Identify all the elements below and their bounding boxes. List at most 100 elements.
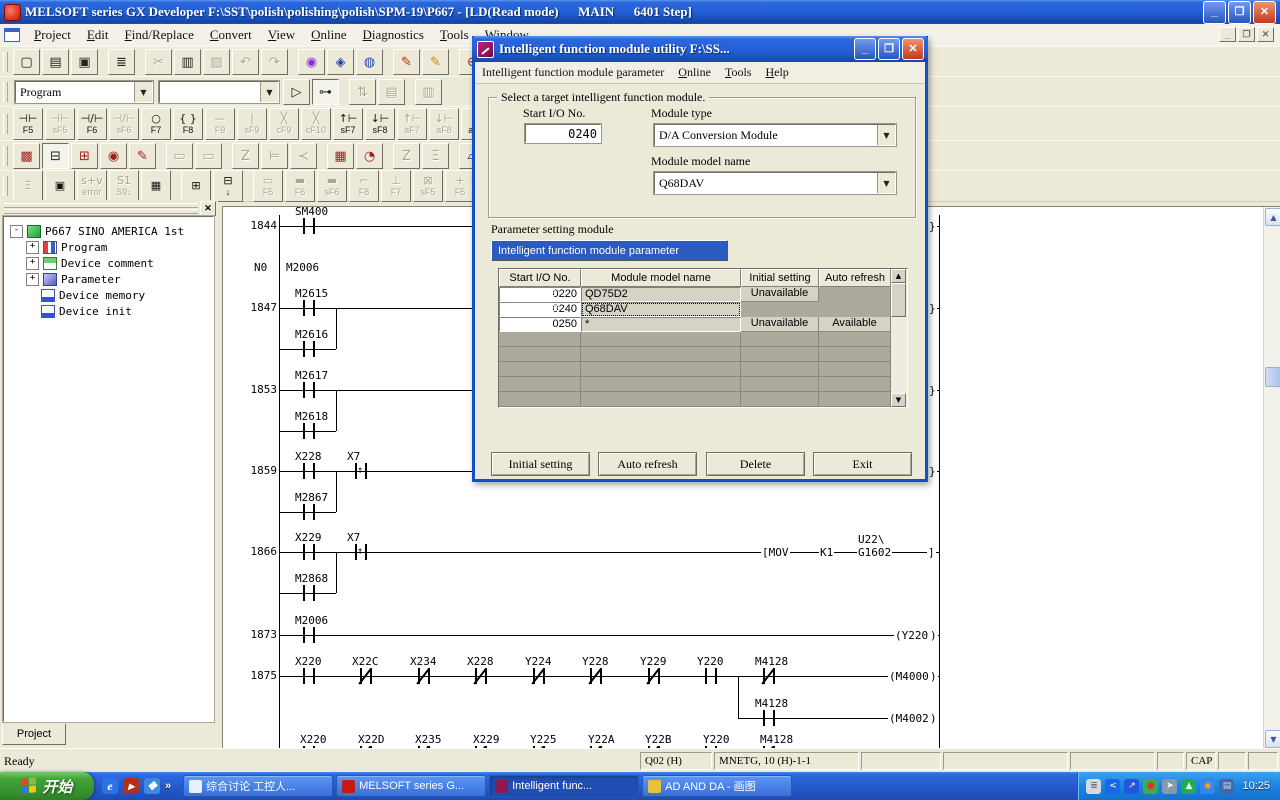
table-row[interactable]: 0220QD75D2UnavailableAvailable	[499, 287, 907, 302]
write-mode-button[interactable]: ✎	[393, 49, 420, 75]
quick-launch-overflow[interactable]: »	[165, 780, 171, 792]
dialog-minimize-button[interactable]: _	[854, 38, 876, 60]
scroll-down-icon[interactable]: ▼	[1265, 730, 1280, 748]
new-project-button[interactable]: ▢	[13, 49, 40, 75]
menu-convert[interactable]: Convert	[202, 25, 260, 45]
vertical-scrollbar[interactable]: ▲ ▼	[1263, 207, 1280, 749]
device-edit-button[interactable]: ✎	[129, 143, 156, 169]
chevron-down-icon[interactable]: ▼	[877, 125, 895, 145]
tab-intelligent-function-module-parameter[interactable]: Intelligent function module parameter	[491, 240, 728, 261]
macro-button[interactable]: ▷	[283, 79, 310, 105]
tree-item-program[interactable]: +Program	[4, 239, 213, 255]
mdi-close-button[interactable]: ✕	[1257, 27, 1274, 42]
network-arrow-icon[interactable]: ↗	[1124, 779, 1139, 794]
table-row[interactable]: 0250*UnavailableAvailable	[499, 317, 907, 332]
tree-item-p667-sino-america-1st[interactable]: -P667 SINO AMERICA 1st	[4, 223, 213, 239]
table-scrollbar[interactable]: ▲ ▼	[890, 269, 907, 407]
collapse-icon[interactable]: -	[10, 225, 23, 238]
table-row[interactable]: 0240Q68DAVAvailableAvailable	[499, 302, 907, 317]
monitor-start-button[interactable]: ◈	[327, 49, 354, 75]
project-panel-header[interactable]: ✕	[2, 202, 216, 214]
cell-model-name[interactable]: *	[581, 317, 741, 332]
menu-view[interactable]: View	[260, 25, 303, 45]
toolbar-grip[interactable]	[3, 176, 8, 196]
internet-icon[interactable]: ◉	[1200, 779, 1215, 794]
device-combo[interactable]: ▼	[159, 81, 279, 103]
open-project-button[interactable]: ▤	[42, 49, 69, 75]
toolbar-grip[interactable]	[3, 82, 8, 102]
close-button[interactable]: ✕	[1253, 1, 1276, 24]
block-c-button[interactable]: ⊟↓	[213, 170, 243, 202]
project-tree-edit-button[interactable]: ⊞	[71, 143, 98, 169]
toolbar-grip[interactable]	[3, 146, 8, 166]
expand-icon[interactable]: +	[26, 257, 39, 270]
expand-icon[interactable]: +	[26, 241, 39, 254]
block-b-button[interactable]: ⊞	[181, 170, 211, 202]
menu-online[interactable]: Online	[303, 25, 354, 45]
taskbar-task[interactable]: MELSOFT series G...	[336, 775, 486, 797]
tree-item-device-init[interactable]: Device init	[4, 303, 213, 319]
media-icon[interactable]: ▸	[123, 778, 139, 794]
start-button[interactable]: 开始	[0, 772, 94, 800]
menu-tools[interactable]: Tools	[432, 25, 477, 45]
cell-initial-setting[interactable]: Unavailable	[741, 317, 819, 332]
model-name-select[interactable]: Q68DAV ▼	[654, 172, 896, 194]
shield-icon[interactable]: ▤	[1219, 779, 1234, 794]
close-icon[interactable]: ✕	[200, 201, 216, 216]
dialog-menu-tools[interactable]: Tools	[718, 63, 759, 82]
start-io-input[interactable]	[525, 124, 601, 143]
close-contact-button[interactable]: ⊣∕⊢F6	[77, 108, 107, 140]
mdi-restore-button[interactable]: ❐	[1238, 27, 1255, 42]
dialog-title-bar[interactable]: Intelligent function module utility F:\S…	[472, 36, 928, 62]
explorer-icon[interactable]: ❖	[144, 778, 160, 794]
tree-item-device-memory[interactable]: Device memory	[4, 287, 213, 303]
scroll-up-icon[interactable]: ▲	[1265, 208, 1280, 226]
block-a-button[interactable]: ▦	[141, 170, 171, 202]
cell-start-io[interactable]: 0250	[499, 317, 581, 332]
save-project-button[interactable]: ▣	[71, 49, 98, 75]
module-type-select[interactable]: D/A Conversion Module ▼	[654, 124, 896, 146]
taskbar-task[interactable]: AD AND DA - 画图	[642, 775, 792, 797]
menu-project[interactable]: Project	[26, 25, 79, 45]
hide-icons-icon[interactable]: <	[1105, 779, 1120, 794]
antivirus-status-icon[interactable]: ●	[1143, 779, 1158, 794]
toolbar-grip[interactable]	[3, 114, 8, 134]
keyboard-icon[interactable]: ≣	[1086, 779, 1101, 794]
entry-monitor-button[interactable]: ◔	[356, 143, 383, 169]
dialog-close-button[interactable]: ✕	[902, 38, 924, 60]
cell-model-name[interactable]: Q68DAV	[581, 302, 741, 317]
open-contact-button[interactable]: ⊣⊢F5	[13, 108, 43, 140]
panel-drag-handle[interactable]	[4, 209, 198, 214]
scroll-down-icon[interactable]: ▼	[891, 393, 906, 407]
cascade-button[interactable]: ▣	[45, 170, 75, 202]
mdi-document-icon[interactable]	[4, 28, 20, 42]
mdi-minimize-button[interactable]: _	[1219, 27, 1236, 42]
tab-project[interactable]: Project	[2, 724, 66, 745]
device-batch-button[interactable]: ▦	[327, 143, 354, 169]
cell-model-name[interactable]: QD75D2	[581, 287, 741, 302]
title-bar[interactable]: MELSOFT series GX Developer F:\SST\polis…	[0, 0, 1280, 24]
launcher-icon[interactable]: ➤	[1162, 779, 1177, 794]
expand-icon[interactable]: +	[26, 273, 39, 286]
ladder-monitor-button[interactable]: ◉	[298, 49, 325, 75]
toolbar-grip[interactable]	[3, 52, 8, 72]
print-button[interactable]: ≣	[108, 49, 135, 75]
ladder-view-button[interactable]: ▩	[13, 143, 40, 169]
pulsef-contact-button[interactable]: ↓⊢sF8	[365, 108, 395, 140]
menu-diagnostics[interactable]: Diagnostics	[355, 25, 432, 45]
umbrella-av-icon[interactable]: ▲	[1181, 779, 1196, 794]
chevron-down-icon[interactable]: ▼	[134, 82, 152, 102]
restore-button[interactable]: ❐	[1228, 1, 1251, 24]
scrollbar-thumb[interactable]	[1265, 367, 1280, 387]
taskbar-task[interactable]: Intelligent func...	[489, 775, 639, 797]
program-combo[interactable]: Program ▼	[15, 81, 153, 103]
menu-find-replace[interactable]: Find/Replace	[117, 25, 202, 45]
scrollbar-thumb[interactable]	[891, 283, 906, 317]
dialog-maximize-button[interactable]: ❐	[878, 38, 900, 60]
exit-button[interactable]: Exit	[813, 452, 912, 476]
cell-auto-refresh[interactable]: Available	[499, 287, 571, 288]
cell-auto-refresh[interactable]: Available	[499, 302, 571, 303]
coil-button[interactable]: ○F7	[141, 108, 171, 140]
taskbar-task[interactable]: 综合讨论 工控人...	[183, 775, 333, 797]
pulse-contact-button[interactable]: ↑⊢sF7	[333, 108, 363, 140]
